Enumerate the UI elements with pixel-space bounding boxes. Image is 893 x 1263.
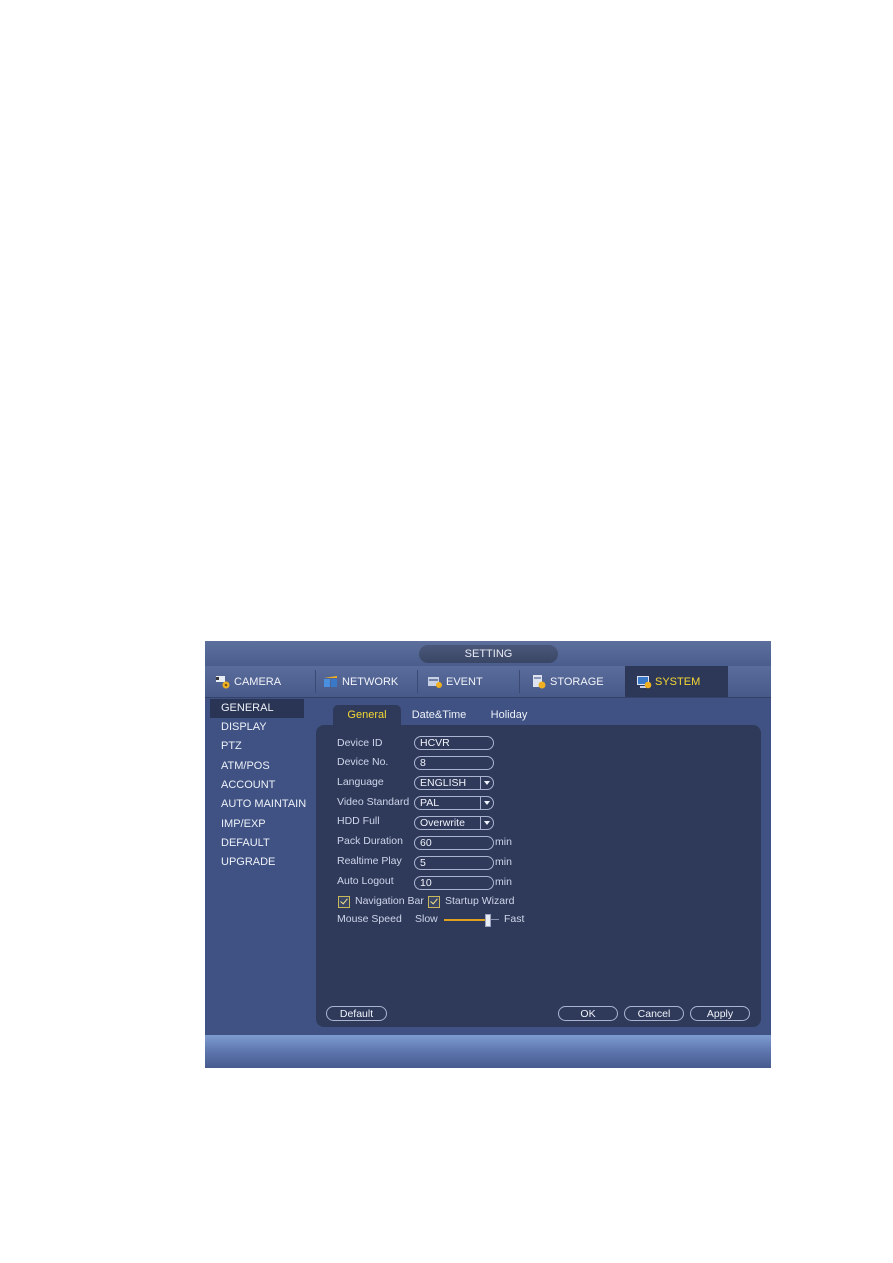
subtab-holiday[interactable]: Holiday [477, 705, 541, 725]
language-value: ENGLISH [420, 777, 467, 789]
pack-duration-label: Pack Duration [337, 835, 403, 847]
realtime-play-input[interactable]: 5 [414, 856, 494, 870]
mouse-speed-fast-label: Fast [504, 913, 525, 925]
device-no-label: Device No. [337, 756, 389, 768]
tab-divider [417, 670, 418, 693]
sidebar-item-auto-maintain[interactable]: AUTO MAINTAIN [210, 795, 314, 814]
device-no-value: 8 [420, 757, 426, 769]
system-icon [636, 675, 652, 689]
sidebar-item-imp-exp[interactable]: IMP/EXP [210, 815, 304, 834]
default-button[interactable]: Default [326, 1006, 387, 1021]
chevron-down-icon[interactable] [480, 797, 493, 809]
cancel-button[interactable]: Cancel [624, 1006, 684, 1021]
sidebar-item-general[interactable]: GENERAL [210, 699, 304, 718]
tab-divider [519, 670, 520, 693]
device-id-label: Device ID [337, 737, 383, 749]
main-tab-bar: CAMERA NETWORK EVENT STORAGE SYSTEM [205, 666, 771, 698]
realtime-play-unit: min [495, 856, 512, 868]
sidebar-item-default[interactable]: DEFAULT [210, 834, 304, 853]
startup-wizard-label: Startup Wizard [445, 895, 515, 907]
tab-network-label: NETWORK [342, 675, 399, 688]
settings-window: SETTING CAMERA NETWORK EVENT STORAGE SYS… [205, 641, 771, 1068]
auto-logout-input[interactable]: 10 [414, 876, 494, 890]
navigation-bar-checkbox[interactable] [338, 896, 350, 908]
window-title: SETTING [419, 645, 558, 663]
hdd-full-value: Overwrite [420, 817, 465, 829]
tab-divider [315, 670, 316, 693]
startup-wizard-checkbox[interactable] [428, 896, 440, 908]
ok-button[interactable]: OK [558, 1006, 618, 1021]
title-bar: SETTING [205, 641, 771, 666]
device-no-input[interactable]: 8 [414, 756, 494, 770]
status-bar [205, 1035, 771, 1068]
tab-camera[interactable]: CAMERA [215, 666, 307, 697]
navigation-bar-label: Navigation Bar [355, 895, 424, 907]
tab-system[interactable]: SYSTEM [625, 666, 728, 697]
language-label: Language [337, 776, 384, 788]
mouse-speed-label: Mouse Speed [337, 913, 402, 925]
subtab-general[interactable]: General [333, 705, 401, 725]
hdd-full-select[interactable]: Overwrite [414, 816, 494, 830]
pack-duration-unit: min [495, 836, 512, 848]
subtab-date-time[interactable]: Date&Time [405, 705, 473, 725]
sidebar-item-ptz[interactable]: PTZ [210, 737, 304, 756]
tab-storage[interactable]: STORAGE [531, 666, 623, 697]
video-standard-value: PAL [420, 797, 440, 809]
hdd-full-label: HDD Full [337, 815, 380, 827]
network-icon [323, 675, 339, 689]
apply-button[interactable]: Apply [690, 1006, 750, 1021]
pack-duration-input[interactable]: 60 [414, 836, 494, 850]
storage-icon [531, 674, 547, 689]
video-standard-label: Video Standard [337, 796, 410, 808]
chevron-down-icon[interactable] [480, 777, 493, 789]
slider-thumb[interactable] [485, 914, 491, 927]
sidebar-item-display[interactable]: DISPLAY [210, 718, 304, 737]
sidebar-item-atm-pos[interactable]: ATM/POS [210, 757, 304, 776]
auto-logout-unit: min [495, 876, 512, 888]
video-standard-select[interactable]: PAL [414, 796, 494, 810]
sidebar-item-upgrade[interactable]: UPGRADE [210, 853, 304, 872]
tab-event[interactable]: EVENT [427, 666, 519, 697]
slider-fill [444, 919, 488, 921]
sidebar-item-account[interactable]: ACCOUNT [210, 776, 304, 795]
realtime-play-label: Realtime Play [337, 855, 402, 867]
mouse-speed-slider[interactable] [444, 913, 499, 927]
language-select[interactable]: ENGLISH [414, 776, 494, 790]
tab-event-label: EVENT [446, 675, 483, 688]
camera-settings-icon [215, 675, 231, 689]
auto-logout-label: Auto Logout [337, 875, 394, 887]
tab-camera-label: CAMERA [234, 675, 282, 688]
device-id-value: HCVR [420, 737, 450, 749]
tab-network[interactable]: NETWORK [323, 666, 415, 697]
auto-logout-value: 10 [420, 877, 432, 889]
chevron-down-icon[interactable] [480, 817, 493, 829]
mouse-speed-slow-label: Slow [415, 913, 438, 925]
tab-storage-label: STORAGE [550, 675, 604, 688]
tab-system-label: SYSTEM [655, 675, 701, 688]
realtime-play-value: 5 [420, 857, 426, 869]
device-id-input[interactable]: HCVR [414, 736, 494, 750]
pack-duration-value: 60 [420, 837, 432, 849]
event-icon [427, 675, 443, 689]
